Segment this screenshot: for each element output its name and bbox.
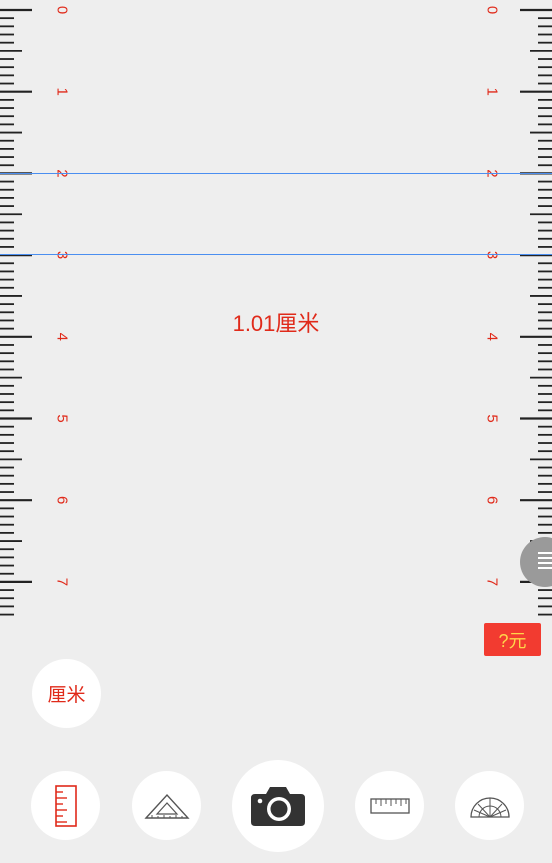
set-square-icon — [143, 793, 190, 819]
ruler-cm-label: 0 — [484, 6, 501, 14]
horizontal-ruler-tool[interactable] — [355, 771, 424, 840]
camera-tool[interactable] — [232, 760, 324, 852]
measurement-result: 1.01厘米 — [232, 311, 320, 336]
triangle-ruler-tool[interactable] — [132, 771, 201, 840]
ruler-cm-label: 6 — [484, 496, 501, 504]
measure-line-bottom[interactable] — [0, 254, 552, 256]
vertical-ruler-icon — [54, 784, 77, 827]
straight-ruler-tool[interactable] — [31, 771, 100, 840]
protractor-icon — [469, 796, 510, 818]
ruler-cm-label: 6 — [54, 496, 71, 504]
ruler-app-screen: 01234567 01234567 1.01厘米 ?元 厘米 — [0, 0, 552, 863]
menu-lines-icon — [538, 552, 552, 569]
ruler-cm-label: 0 — [54, 6, 71, 14]
protractor-tool[interactable] — [455, 771, 524, 840]
ruler-cm-label: 7 — [484, 578, 501, 586]
camera-icon — [251, 787, 305, 826]
measure-line-top[interactable] — [0, 172, 552, 174]
unit-toggle-button[interactable]: 厘米 — [32, 659, 101, 728]
ruler-cm-label: 7 — [54, 578, 71, 586]
horizontal-ruler-icon — [369, 797, 410, 814]
ruler-cm-label: 5 — [484, 414, 501, 422]
side-menu-handle[interactable] — [520, 537, 552, 587]
ruler-cm-label: 5 — [54, 414, 71, 422]
price-badge[interactable]: ?元 — [484, 623, 541, 656]
ruler-cm-label: 1 — [484, 88, 501, 96]
ruler-cm-label: 1 — [54, 88, 71, 96]
